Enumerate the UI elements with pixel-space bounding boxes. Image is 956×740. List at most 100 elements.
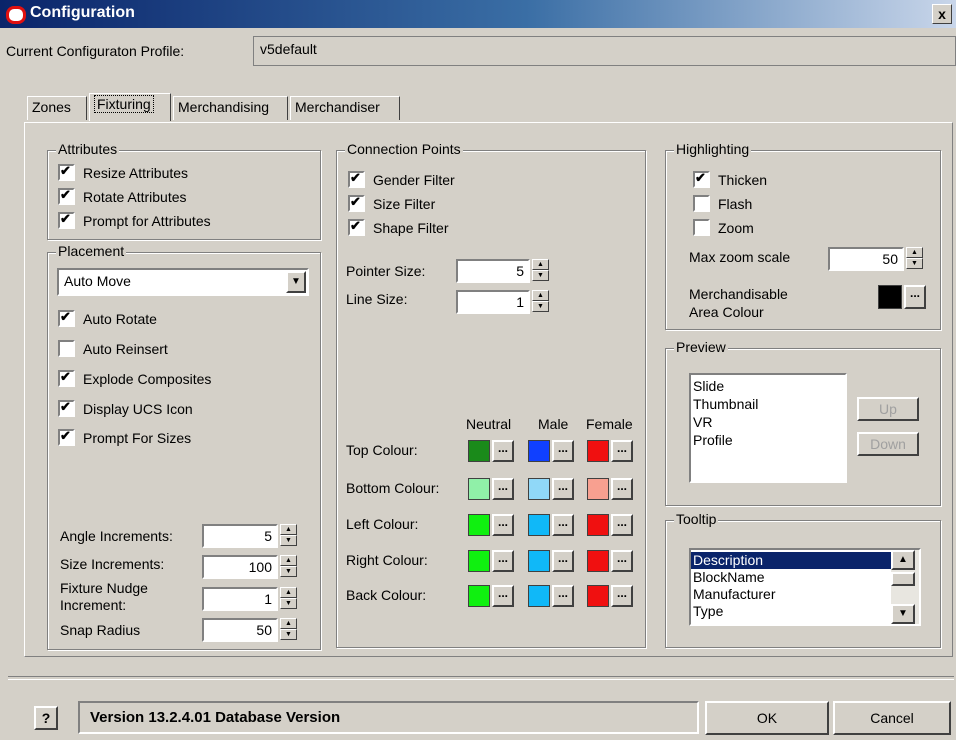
neutral-colour-swatch[interactable] <box>468 440 490 462</box>
scroll-thumb[interactable] <box>891 572 915 586</box>
up-arrow-icon[interactable]: ▲ <box>532 290 549 301</box>
area-colour-picker-button[interactable]: ... <box>904 285 926 309</box>
zoom-checkbox[interactable]: Zoom <box>693 219 754 236</box>
prompt-for-sizes-checkbox[interactable]: Prompt For Sizes <box>58 428 191 446</box>
male-colour-swatch[interactable] <box>528 440 550 462</box>
up-button[interactable]: Up <box>857 397 919 421</box>
list-item[interactable]: Profile <box>691 431 845 449</box>
up-arrow-icon[interactable]: ▲ <box>906 247 923 258</box>
prompt-attributes-checkbox[interactable]: Prompt for Attributes <box>58 211 211 229</box>
spin-arrows[interactable]: ▲ ▼ <box>280 587 297 611</box>
ok-button[interactable]: OK <box>705 701 829 735</box>
spin-arrows[interactable]: ▲ ▼ <box>280 555 297 579</box>
neutral-colour-picker-button[interactable]: ... <box>492 514 514 536</box>
spin-arrows[interactable]: ▲ ▼ <box>532 259 549 283</box>
male-colour-swatch[interactable] <box>528 585 550 607</box>
help-icon[interactable]: ? <box>34 706 58 730</box>
shape-filter-checkbox[interactable]: Shape Filter <box>348 218 448 236</box>
down-button[interactable]: Down <box>857 432 919 456</box>
male-colour-swatch[interactable] <box>528 478 550 500</box>
female-colour-swatch[interactable] <box>587 550 609 572</box>
profile-field[interactable]: v5default <box>253 36 956 66</box>
female-colour-swatch[interactable] <box>587 440 609 462</box>
fixture-nudge-field[interactable]: 1 <box>202 587 278 611</box>
up-arrow-icon[interactable]: ▲ <box>280 524 297 535</box>
list-item-selected[interactable]: Description <box>691 552 891 569</box>
tab-zones[interactable]: Zones <box>27 96 87 120</box>
neutral-colour-swatch[interactable] <box>468 585 490 607</box>
line-size-field[interactable]: 1 <box>456 290 530 314</box>
spin-arrows[interactable]: ▲ ▼ <box>532 290 549 314</box>
down-arrow-icon[interactable]: ▼ <box>532 301 549 312</box>
male-colour-swatch[interactable] <box>528 550 550 572</box>
male-colour-picker-button[interactable]: ... <box>552 585 574 607</box>
down-arrow-icon[interactable]: ▼ <box>280 629 297 640</box>
female-colour-picker-button[interactable]: ... <box>611 585 633 607</box>
up-arrow-icon[interactable]: ▲ <box>532 259 549 270</box>
explode-composites-checkbox[interactable]: Explode Composites <box>58 369 211 387</box>
male-colour-picker-button[interactable]: ... <box>552 514 574 536</box>
up-arrow-icon[interactable]: ▲ <box>280 587 297 598</box>
neutral-colour-swatch[interactable] <box>468 478 490 500</box>
neutral-colour-picker-button[interactable]: ... <box>492 585 514 607</box>
spin-arrows[interactable]: ▲ ▼ <box>280 524 297 548</box>
female-colour-swatch[interactable] <box>587 514 609 536</box>
gender-filter-checkbox[interactable]: Gender Filter <box>348 170 455 188</box>
neutral-colour-picker-button[interactable]: ... <box>492 440 514 462</box>
tab-merchandiser[interactable]: Merchandiser <box>290 96 400 120</box>
male-colour-swatch[interactable] <box>528 514 550 536</box>
male-colour-picker-button[interactable]: ... <box>552 478 574 500</box>
size-increments-field[interactable]: 100 <box>202 555 278 579</box>
tab-fixturing[interactable]: Fixturing <box>89 93 171 121</box>
cancel-button[interactable]: Cancel <box>833 701 951 735</box>
snap-radius-field[interactable]: 50 <box>202 618 278 642</box>
tooltip-list[interactable]: Description BlockName Manufacturer Type … <box>689 548 921 626</box>
display-ucs-icon-checkbox[interactable]: Display UCS Icon <box>58 399 193 417</box>
down-arrow-icon[interactable]: ▼ <box>532 270 549 281</box>
male-colour-picker-button[interactable]: ... <box>552 440 574 462</box>
resize-attributes-checkbox[interactable]: Resize Attributes <box>58 163 188 181</box>
pointer-size-field[interactable]: 5 <box>456 259 530 283</box>
female-colour-picker-button[interactable]: ... <box>611 550 633 572</box>
angle-increments-field[interactable]: 5 <box>202 524 278 548</box>
thicken-checkbox[interactable]: Thicken <box>693 170 767 188</box>
list-item[interactable]: Type <box>691 603 919 620</box>
area-colour-swatch[interactable] <box>878 285 902 309</box>
female-colour-swatch[interactable] <box>587 585 609 607</box>
scroll-down-icon[interactable]: ▼ <box>891 604 915 624</box>
flash-checkbox[interactable]: Flash <box>693 195 752 212</box>
close-button[interactable]: x <box>932 4 952 24</box>
list-item[interactable]: Thumbnail <box>691 395 845 413</box>
tab-merchandising[interactable]: Merchandising <box>173 96 288 120</box>
rotate-attributes-checkbox[interactable]: Rotate Attributes <box>58 187 187 205</box>
list-item[interactable]: Slide <box>691 377 845 395</box>
max-zoom-scale-field[interactable]: 50 <box>828 247 904 271</box>
spin-arrows[interactable]: ▲ ▼ <box>906 247 923 271</box>
scroll-up-icon[interactable]: ▲ <box>891 550 915 570</box>
down-arrow-icon[interactable]: ▼ <box>280 535 297 546</box>
list-item[interactable]: BlockName <box>691 569 919 586</box>
preview-list[interactable]: Slide Thumbnail VR Profile <box>689 373 847 483</box>
chevron-down-icon[interactable]: ▼ <box>286 271 306 293</box>
spin-arrows[interactable]: ▲ ▼ <box>280 618 297 642</box>
female-colour-picker-button[interactable]: ... <box>611 514 633 536</box>
female-colour-picker-button[interactable]: ... <box>611 440 633 462</box>
female-colour-swatch[interactable] <box>587 478 609 500</box>
list-item[interactable]: VR <box>691 413 845 431</box>
size-filter-checkbox[interactable]: Size Filter <box>348 194 435 212</box>
down-arrow-icon[interactable]: ▼ <box>280 598 297 609</box>
auto-reinsert-checkbox[interactable]: Auto Reinsert <box>58 340 168 357</box>
neutral-colour-swatch[interactable] <box>468 550 490 572</box>
list-item[interactable]: Manufacturer <box>691 586 919 603</box>
male-colour-picker-button[interactable]: ... <box>552 550 574 572</box>
neutral-colour-swatch[interactable] <box>468 514 490 536</box>
up-arrow-icon[interactable]: ▲ <box>280 618 297 629</box>
neutral-colour-picker-button[interactable]: ... <box>492 478 514 500</box>
neutral-colour-picker-button[interactable]: ... <box>492 550 514 572</box>
up-arrow-icon[interactable]: ▲ <box>280 555 297 566</box>
down-arrow-icon[interactable]: ▼ <box>906 258 923 269</box>
title-bar[interactable]: Configuration x <box>0 0 956 28</box>
placement-dropdown[interactable]: Auto Move ▼ <box>57 268 309 296</box>
auto-rotate-checkbox[interactable]: Auto Rotate <box>58 309 157 327</box>
scrollbar[interactable]: ▲ ▼ <box>891 550 919 624</box>
